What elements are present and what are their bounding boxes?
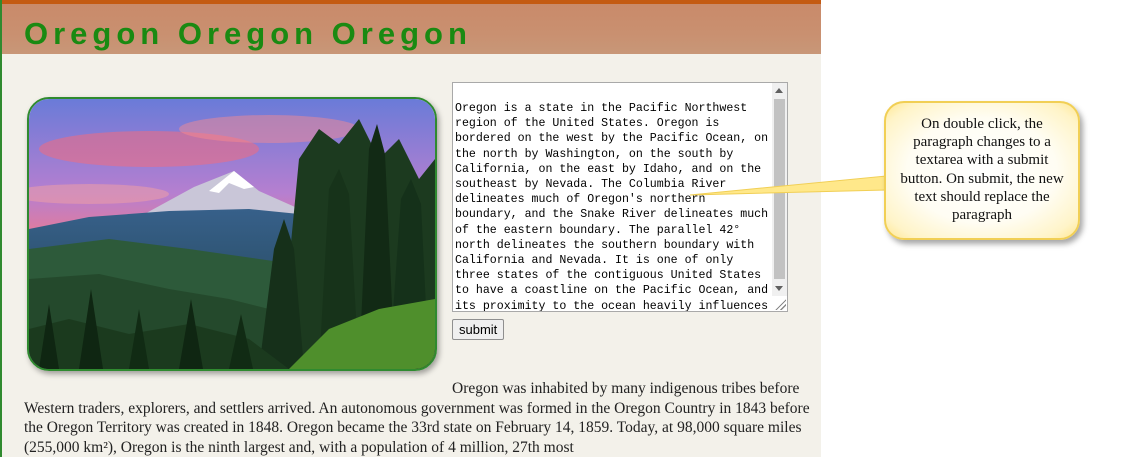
callout-text: On double click, the paragraph changes t…	[900, 116, 1064, 224]
oregon-paragraph: Oregon was inhabited by many indigenous …	[24, 380, 810, 456]
submit-button[interactable]: submit	[452, 319, 505, 340]
scroll-thumb[interactable]	[774, 99, 785, 279]
resize-grip-icon[interactable]	[774, 298, 786, 310]
annotation-callout: On double click, the paragraph changes t…	[884, 101, 1080, 240]
scroll-down-icon[interactable]	[775, 286, 783, 291]
page-container: Oregon Oregon Oregon Oregon is a state i…	[0, 0, 821, 457]
paragraph-textarea[interactable]: Oregon is a state in the Pacific Northwe…	[452, 82, 788, 312]
header-band: Oregon Oregon Oregon	[2, 4, 821, 54]
textarea-scrollbar[interactable]	[772, 83, 787, 296]
mount-hood-landscape-image	[27, 97, 437, 371]
textarea-content[interactable]: Oregon is a state in the Pacific Northwe…	[455, 101, 773, 311]
scroll-up-icon[interactable]	[775, 88, 783, 93]
page-title: Oregon Oregon Oregon	[24, 16, 472, 51]
